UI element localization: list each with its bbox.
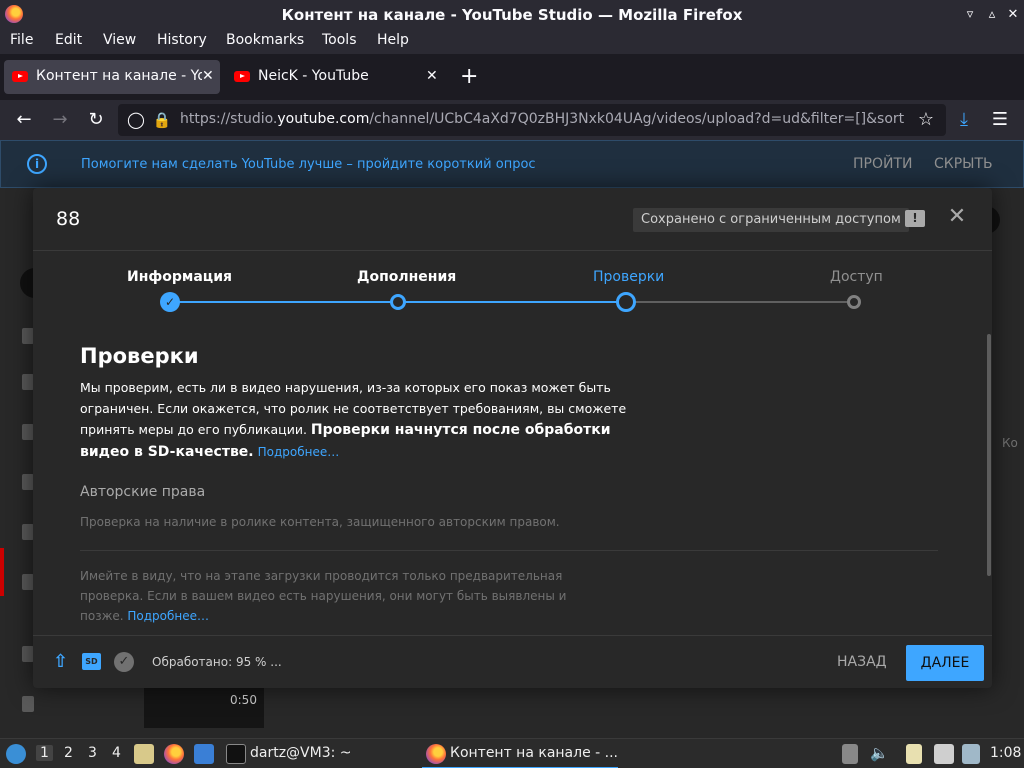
menu-history[interactable]: History bbox=[157, 32, 207, 48]
survey-banner: i Помогите нам сделать YouTube лучше – п… bbox=[0, 140, 1024, 188]
forward-arrow-icon[interactable]: → bbox=[48, 108, 72, 132]
step-pending-dot[interactable] bbox=[847, 295, 861, 309]
tab-strip: Контент на канале - You ✕ NeicK - YouTub… bbox=[0, 54, 1024, 100]
volume-icon[interactable]: 🔈 bbox=[870, 744, 890, 764]
url-prefix: https://studio. bbox=[180, 111, 278, 127]
banner-text: Помогите нам сделать YouTube лучше – про… bbox=[81, 157, 536, 172]
reload-icon[interactable]: ↻ bbox=[84, 108, 108, 132]
precheck-note: Имейте в виду, что на этапе загрузки про… bbox=[80, 566, 580, 626]
tab-label: NeicK - YouTube bbox=[258, 68, 369, 84]
menu-view[interactable]: View bbox=[103, 32, 136, 48]
tray-upload-icon[interactable] bbox=[842, 744, 858, 764]
tab-close-icon[interactable]: ✕ bbox=[202, 68, 214, 84]
learn-more-link[interactable]: Подробнее… bbox=[258, 445, 340, 459]
tab-label: Контент на канале - You bbox=[36, 68, 202, 84]
network-icon[interactable] bbox=[934, 744, 954, 764]
workspace-3[interactable]: 3 bbox=[88, 745, 97, 761]
step-done-dot[interactable] bbox=[390, 294, 406, 310]
tab-neick[interactable]: NeicK - YouTube ✕ bbox=[226, 60, 446, 94]
firefox-launcher-icon[interactable] bbox=[164, 744, 184, 764]
window-title: Контент на канале - YouTube Studio — Moz… bbox=[281, 6, 743, 24]
video-title: 88 bbox=[56, 208, 81, 230]
back-button[interactable]: НАЗАД bbox=[837, 654, 887, 670]
step-label-access[interactable]: Доступ bbox=[830, 269, 883, 285]
tab-close-icon[interactable]: ✕ bbox=[426, 68, 438, 84]
checks-description: Мы проверим, есть ли в видео нарушения, … bbox=[80, 377, 640, 463]
firefox-task-icon bbox=[426, 744, 446, 764]
sidebar-icon[interactable] bbox=[22, 696, 34, 712]
copyright-title: Авторские права bbox=[80, 484, 206, 500]
download-icon[interactable]: ⤓ bbox=[952, 108, 976, 132]
new-tab-icon[interactable]: + bbox=[460, 64, 478, 89]
dialog-footer: ⇧ SD ✓ Обработано: 95 % ... НАЗАД ДАЛЕЕ bbox=[33, 635, 992, 688]
screen: { "window": { "title": "Контент на канал… bbox=[0, 0, 1024, 768]
os-taskbar: 1 2 3 4 dartz@VM3: ~ Контент на канале -… bbox=[0, 738, 1024, 768]
processing-status: Обработано: 95 % ... bbox=[152, 655, 282, 669]
terminal-icon[interactable] bbox=[226, 744, 246, 764]
step-label-extras[interactable]: Дополнения bbox=[357, 269, 456, 285]
close-icon[interactable]: ✕ bbox=[946, 206, 968, 228]
dialog-header: 88 Сохранено с ограниченным доступом ! ✕ bbox=[33, 188, 992, 251]
clipboard-icon[interactable] bbox=[906, 744, 922, 764]
step-current-dot[interactable] bbox=[616, 292, 636, 312]
start-menu-icon[interactable] bbox=[6, 744, 26, 764]
feedback-icon[interactable]: ! bbox=[905, 210, 925, 227]
workspace-1[interactable]: 1 bbox=[36, 745, 53, 761]
video-thumbnail: 0:50 bbox=[144, 688, 264, 728]
maximize-icon[interactable]: ▵ bbox=[982, 5, 1002, 25]
url-path: /channel/UCbC4aXd7Q0zBHJ3Nxk04UAg/videos… bbox=[369, 111, 905, 127]
workspace-4[interactable]: 4 bbox=[112, 745, 121, 761]
banner-go-button[interactable]: ПРОЙТИ bbox=[853, 156, 913, 172]
workspace-2[interactable]: 2 bbox=[64, 745, 73, 761]
clock: 1:08 bbox=[990, 745, 1022, 761]
hamburger-menu-icon[interactable]: ☰ bbox=[988, 108, 1012, 132]
url-host: youtube.com bbox=[277, 111, 370, 127]
banner-hide-button[interactable]: СКРЫТЬ bbox=[934, 156, 993, 172]
tab-studio[interactable]: Контент на канале - You ✕ bbox=[4, 60, 220, 94]
shield-icon[interactable]: ◯ bbox=[124, 108, 148, 132]
section-heading: Проверки bbox=[80, 344, 199, 368]
terminal-task-label[interactable]: dartz@VM3: ~ bbox=[250, 745, 352, 761]
video-duration: 0:50 bbox=[230, 693, 257, 707]
saved-status-badge: Сохранено с ограниченным доступом bbox=[633, 208, 909, 232]
menu-tools[interactable]: Tools bbox=[322, 32, 357, 48]
youtube-favicon-icon bbox=[12, 71, 28, 82]
firefox-task[interactable]: Контент на канале - ... bbox=[422, 739, 618, 768]
menu-file[interactable]: File bbox=[10, 32, 33, 48]
step-label-info[interactable]: Информация bbox=[127, 269, 232, 285]
upload-icon: ⇧ bbox=[52, 651, 69, 672]
info-icon: i bbox=[27, 154, 47, 174]
note-learn-more-link[interactable]: Подробнее… bbox=[127, 609, 209, 623]
background-edge-text: Ко bbox=[1002, 436, 1018, 450]
upload-dialog: 88 Сохранено с ограниченным доступом ! ✕… bbox=[33, 188, 992, 688]
copyright-description: Проверка на наличие в ролике контента, з… bbox=[80, 515, 560, 529]
next-button[interactable]: ДАЛЕЕ bbox=[906, 645, 984, 681]
menu-bar: File Edit View History Bookmarks Tools H… bbox=[0, 30, 1024, 54]
menu-bookmarks[interactable]: Bookmarks bbox=[226, 32, 304, 48]
minimize-icon[interactable]: ▿ bbox=[960, 5, 980, 25]
desktop-icon[interactable] bbox=[194, 744, 214, 764]
url-text[interactable]: https://studio.youtube.com/channel/UCbC4… bbox=[180, 111, 908, 127]
menu-edit[interactable]: Edit bbox=[55, 32, 82, 48]
notification-icon[interactable] bbox=[962, 744, 980, 764]
stepper-remaining-line bbox=[626, 301, 854, 303]
close-window-icon[interactable]: ✕ bbox=[1003, 5, 1023, 25]
youtube-favicon-icon bbox=[234, 71, 250, 82]
sidebar-active-indicator bbox=[0, 548, 4, 596]
navigation-bar: ← → ↻ ◯ 🔒 https://studio.youtube.com/cha… bbox=[0, 100, 1024, 140]
menu-help[interactable]: Help bbox=[377, 32, 409, 48]
window-titlebar: Контент на канале - YouTube Studio — Moz… bbox=[0, 0, 1024, 30]
checks-status-icon: ✓ bbox=[114, 652, 134, 672]
bookmark-star-icon[interactable]: ☆ bbox=[914, 108, 938, 132]
step-label-checks[interactable]: Проверки bbox=[593, 269, 664, 285]
dialog-scrollbar[interactable] bbox=[987, 334, 991, 576]
url-bar[interactable]: ◯ 🔒 https://studio.youtube.com/channel/U… bbox=[118, 104, 946, 136]
firefox-task-label: Контент на канале - ... bbox=[450, 745, 618, 761]
divider bbox=[80, 550, 938, 551]
file-manager-icon[interactable] bbox=[134, 744, 154, 764]
lock-icon[interactable]: 🔒 bbox=[150, 108, 174, 132]
hd-processing-icon: SD bbox=[82, 653, 101, 670]
back-arrow-icon[interactable]: ← bbox=[12, 108, 36, 132]
step-done-check-icon[interactable]: ✓ bbox=[160, 292, 180, 312]
